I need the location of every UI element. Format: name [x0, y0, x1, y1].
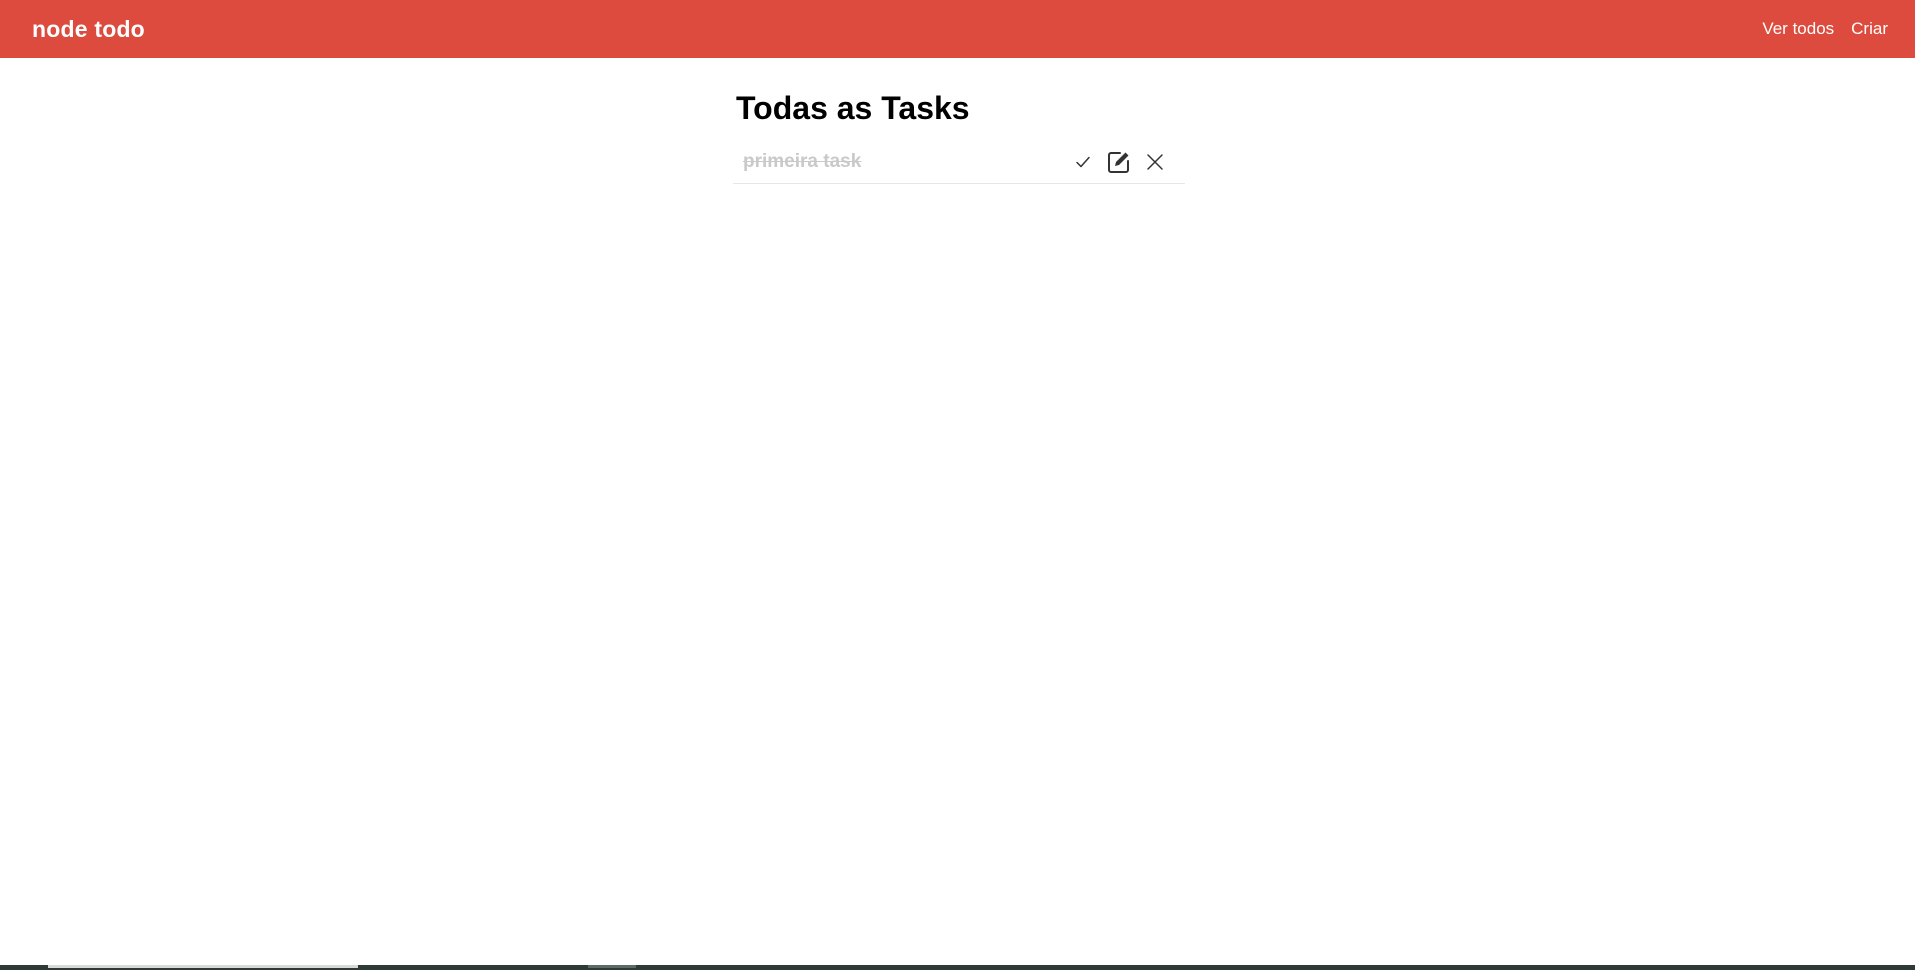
main-content: Todas as Tasks primeira task: [733, 58, 1185, 184]
brand-logo[interactable]: node todo: [32, 16, 145, 43]
nav-links: Ver todos Criar: [1762, 19, 1888, 39]
page-title: Todas as Tasks: [736, 90, 970, 126]
task-text: primeira task: [743, 150, 862, 172]
edit-icon[interactable]: [1107, 150, 1131, 174]
close-icon[interactable]: [1143, 150, 1167, 174]
check-icon[interactable]: [1071, 150, 1095, 174]
task-list: primeira task: [733, 140, 1185, 184]
taskbar-segment: [588, 965, 636, 968]
taskbar-segment: [48, 965, 358, 968]
nav-link-ver-todos[interactable]: Ver todos: [1762, 19, 1834, 39]
nav-link-criar[interactable]: Criar: [1851, 19, 1888, 39]
navbar: node todo Ver todos Criar: [0, 0, 1915, 58]
task-actions: [1071, 150, 1167, 174]
task-row: primeira task: [733, 140, 1185, 184]
